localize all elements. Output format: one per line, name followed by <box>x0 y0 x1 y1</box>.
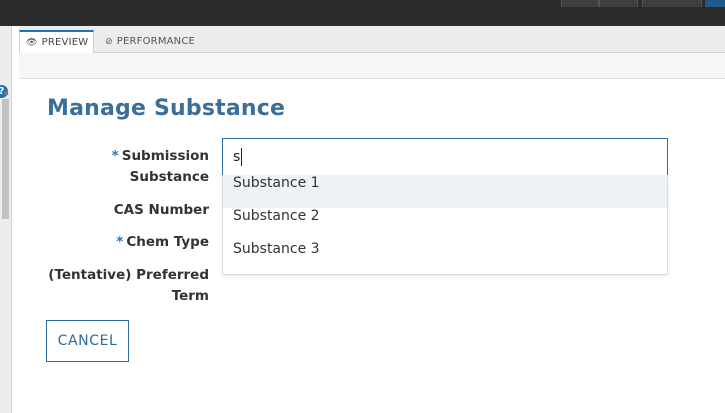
scrollbar-thumb[interactable] <box>2 99 9 219</box>
preferred-term-label: (Tentative) Preferred Term <box>48 265 209 307</box>
required-marker: * <box>111 148 119 164</box>
submission-substance-field[interactable] <box>222 138 668 176</box>
preferred-term-label-line1: (Tentative) Preferred <box>48 267 209 283</box>
page-title: Manage Substance <box>47 96 286 121</box>
preview-subbar <box>19 53 725 79</box>
autocomplete-option[interactable]: Substance 1 <box>223 175 667 208</box>
required-marker: * <box>116 234 124 250</box>
top-toolbar <box>0 0 725 26</box>
tab-performance-label: PERFORMANCE <box>116 36 196 47</box>
tab-preview[interactable]: 👁 PREVIEW <box>19 30 94 54</box>
eye-icon: 👁 <box>26 38 38 48</box>
cas-number-label: CAS Number <box>113 202 209 218</box>
tab-strip: 👁 PREVIEW ⊘ PERFORMANCE <box>19 26 725 54</box>
toolbar-accent-button[interactable] <box>705 0 725 7</box>
toolbar-button[interactable] <box>561 0 599 7</box>
text-caret <box>241 148 242 166</box>
submission-substance-label-line1: Submission <box>121 148 209 164</box>
cancel-button[interactable]: CANCEL <box>46 320 129 362</box>
toolbar-button[interactable] <box>599 0 638 7</box>
preferred-term-label-line2: Term <box>171 288 209 304</box>
submission-substance-label-line2: Substance <box>129 169 209 185</box>
autocomplete-option[interactable]: Substance 3 <box>223 241 667 274</box>
toolbar-button[interactable] <box>642 0 702 7</box>
chem-type-label: * Chem Type <box>116 232 209 253</box>
submission-substance-label: * Submission Substance <box>112 146 209 188</box>
substance-autocomplete-list: Substance 1 Substance 2 Substance 3 <box>222 175 668 275</box>
tab-preview-label: PREVIEW <box>41 37 89 48</box>
autocomplete-option[interactable]: Substance 2 <box>223 208 667 241</box>
chem-type-label-text: Chem Type <box>126 234 209 250</box>
tab-performance[interactable]: ⊘ PERFORMANCE <box>105 30 195 53</box>
scroll-up-arrow-icon[interactable]: ▲ <box>1 87 11 97</box>
submission-substance-input[interactable] <box>223 139 667 175</box>
left-scrollbar[interactable]: ? ▲ <box>0 26 12 413</box>
gauge-icon: ⊘ <box>105 37 113 47</box>
